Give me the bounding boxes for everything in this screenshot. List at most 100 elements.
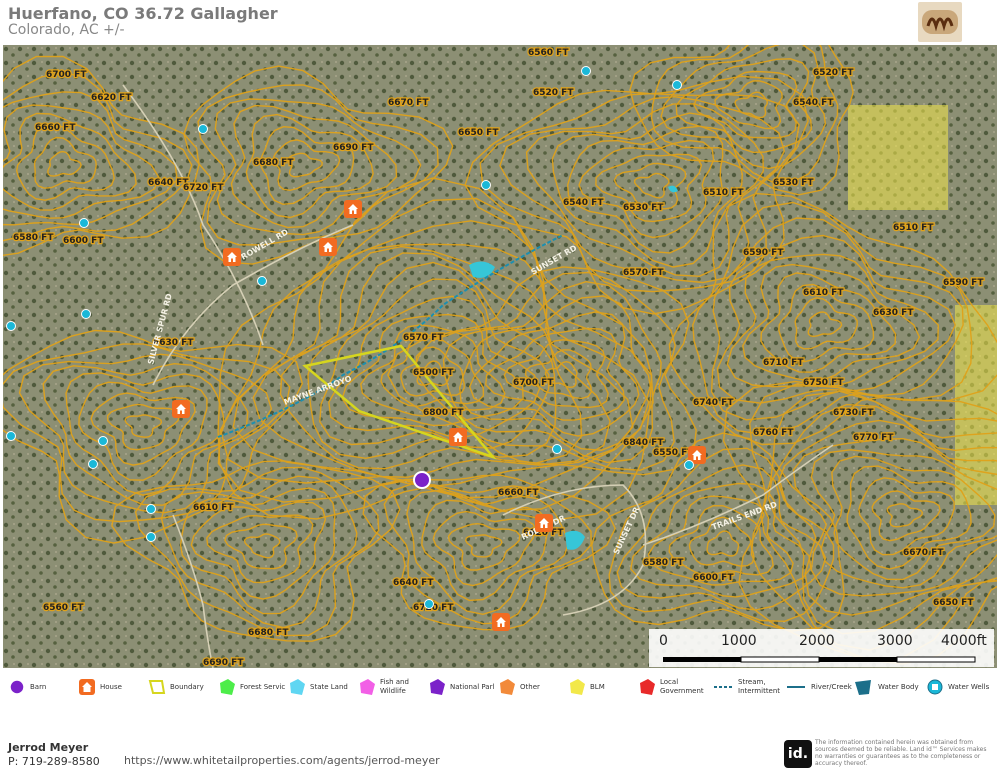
legend-label: Boundary [170, 682, 204, 691]
legend-label: Water Wells [948, 682, 990, 691]
house-icon[interactable] [449, 428, 467, 446]
legend-item-barn: Barn [8, 678, 46, 696]
water-well-icon [927, 679, 943, 695]
map-svg: 6700 FT 6660 FT 6620 FT 6580 FT 6600 FT 6640 … [3, 45, 997, 668]
legend-item-local-government: Local Government [638, 678, 706, 696]
water-well-icon[interactable] [6, 431, 16, 441]
water-well-icon[interactable] [257, 276, 267, 286]
contour-elevation-label: 6620 FT [91, 93, 132, 103]
contour-elevation-label: 6560 FT [528, 48, 569, 58]
legend-label: Local Government [660, 678, 704, 695]
legend-label: Barn [30, 682, 47, 691]
contour-elevation-label: 6660 FT [35, 123, 76, 133]
contour-elevation-label: 6690 FT [333, 143, 374, 153]
water-well-icon[interactable] [88, 459, 98, 469]
legend-label: BLM [590, 682, 605, 691]
contour-elevation-label: 6680 FT [248, 628, 289, 638]
water-well-icon[interactable] [81, 309, 91, 319]
contour-elevation-label: 6600 FT [63, 236, 104, 246]
contour-elevation-label: 6510 FT [703, 188, 744, 198]
contour-elevation-label: 6690 FT [203, 658, 244, 668]
brand-logo-icon [918, 2, 962, 42]
river-icon [787, 686, 805, 688]
water-well-icon[interactable] [198, 124, 208, 134]
contour-elevation-label: 6800 FT [423, 408, 464, 418]
legend-label: House [100, 682, 122, 691]
map-legend: Barn House Boundary Forest Servic State … [0, 672, 1000, 712]
agent-phone: P: 719-289-8580 [8, 755, 100, 768]
contour-elevation-label: 6570 FT [403, 333, 444, 343]
contour-elevation-label: 6650 FT [458, 128, 499, 138]
scale-tick-label: 4000ft [941, 633, 987, 649]
house-icon[interactable] [172, 400, 190, 418]
water-well-icon[interactable] [552, 444, 562, 454]
polygon-icon [430, 679, 445, 695]
contour-elevation-label: 6700 FT [46, 70, 87, 80]
contour-elevation-label: 6750 FT [803, 378, 844, 388]
agent-name: Jerrod Meyer [8, 741, 89, 754]
contour-elevation-label: 6610 FT [803, 288, 844, 298]
barn-icon[interactable] [413, 471, 431, 489]
legend-item-water-body: Water Body [852, 678, 919, 696]
water-well-icon[interactable] [424, 599, 434, 609]
agent-url-link[interactable]: https://www.whitetailproperties.com/agen… [124, 754, 440, 767]
contour-elevation-label: 6760 FT [753, 428, 794, 438]
legend-item-water-wells: Water Wells [926, 678, 989, 696]
polygon-icon [220, 679, 235, 695]
water-well-icon[interactable] [6, 321, 16, 331]
legend-label: Forest Servic [240, 682, 286, 691]
polygon-icon [290, 679, 305, 695]
house-icon[interactable] [492, 613, 510, 631]
contour-elevation-label: 6530 FT [623, 203, 664, 213]
contour-elevation-label: 6770 FT [853, 433, 894, 443]
house-icon[interactable] [535, 514, 553, 532]
legend-item-fish-wildlife: Fish and Wildlife [358, 678, 426, 696]
contour-elevation-label: 6710 FT [763, 358, 804, 368]
legend-item-house: House [78, 678, 122, 696]
contour-elevation-label: 6590 FT [743, 248, 784, 258]
legend-item-river-creek: River/Creek [785, 678, 852, 696]
water-well-icon[interactable] [146, 504, 156, 514]
contour-elevation-label: 6700 FT [513, 378, 554, 388]
house-icon[interactable] [319, 238, 337, 256]
contour-elevation-label: 6840 FT [623, 438, 664, 448]
water-well-icon[interactable] [481, 180, 491, 190]
contour-elevation-label: 6670 FT [388, 98, 429, 108]
contour-elevation-label: 6540 FT [793, 98, 834, 108]
water-well-icon[interactable] [672, 80, 682, 90]
polygon-icon [570, 679, 585, 695]
map-canvas[interactable]: 6700 FT 6660 FT 6620 FT 6580 FT 6600 FT 6640 … [3, 45, 997, 668]
water-well-icon[interactable] [581, 66, 591, 76]
contour-elevation-label: 6660 FT [498, 488, 539, 498]
contour-elevation-label: 6500 FT [413, 368, 454, 378]
contour-elevation-label: 6590 FT [943, 278, 984, 288]
contour-elevation-label: 6580 FT [643, 558, 684, 568]
water-well-icon[interactable] [684, 460, 694, 470]
water-well-icon[interactable] [146, 532, 156, 542]
blm-area [848, 105, 948, 210]
contour-elevation-label: 6680 FT [253, 158, 294, 168]
stream-icon [714, 686, 732, 688]
blm-area [955, 305, 997, 505]
water-well-icon[interactable] [98, 436, 108, 446]
scale-tick-label: 1000 [721, 633, 757, 649]
disclaimer-text: The information contained herein was obt… [815, 739, 987, 767]
contour-elevation-label: 6520 FT [533, 88, 574, 98]
house-icon[interactable] [344, 200, 362, 218]
polygon-icon [640, 679, 655, 695]
legend-label: Water Body [878, 682, 919, 691]
scale-tick-label: 3000 [877, 633, 913, 649]
polygon-icon [500, 679, 515, 695]
header: Huerfano, CO 36.72 Gallagher Colorado, A… [0, 0, 1000, 45]
water-well-icon[interactable] [79, 218, 89, 228]
contour-elevation-label: 6610 FT [193, 503, 234, 513]
contour-elevation-label: 6650 FT [933, 598, 974, 608]
barn-icon [9, 679, 25, 695]
footer: Jerrod Meyer P: 719-289-8580 https://www… [0, 735, 1000, 773]
legend-label: River/Creek [811, 682, 852, 691]
legend-label: Other [520, 682, 540, 691]
contour-elevation-label: 6510 FT [893, 223, 934, 233]
house-icon[interactable] [223, 248, 241, 266]
legend-item-forest-service: Forest Servic [218, 678, 285, 696]
legend-label: Fish and Wildlife [380, 678, 409, 695]
